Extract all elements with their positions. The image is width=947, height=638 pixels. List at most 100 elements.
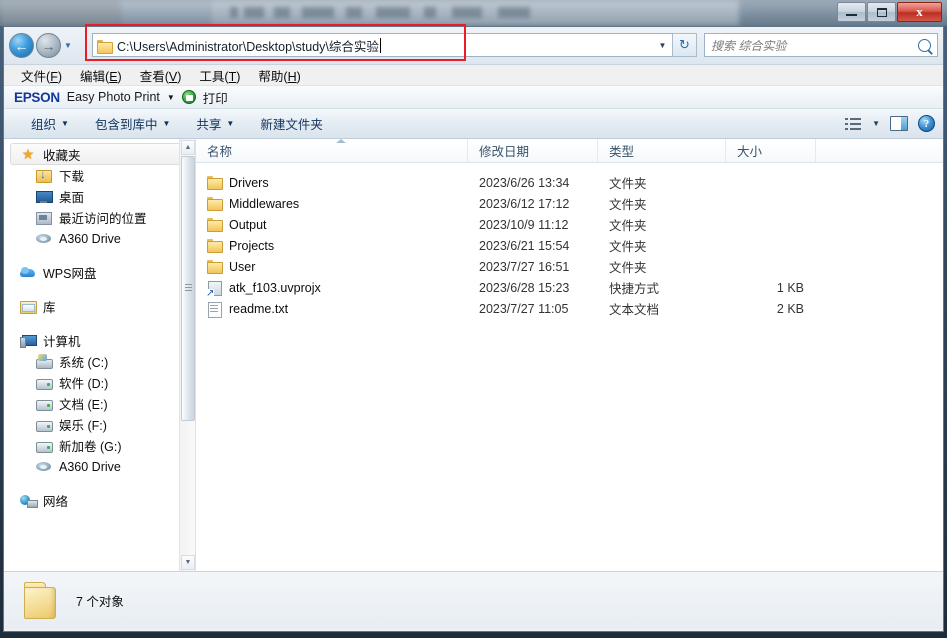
content-area: ★ 收藏夹 下载 桌面 最近访问的位置 — [4, 139, 943, 571]
new-folder-button[interactable]: 新建文件夹 — [247, 111, 336, 136]
column-header-size[interactable]: 大小 — [726, 139, 816, 162]
sidebar-item-downloads[interactable]: 下载 — [4, 165, 195, 186]
table-row[interactable]: Middlewares 2023/6/12 17:12 文件夹 — [196, 193, 943, 214]
back-button[interactable]: ← — [9, 33, 34, 58]
column-header-date[interactable]: 修改日期 — [468, 139, 598, 162]
address-dropdown-button[interactable]: ▼ — [652, 33, 674, 57]
table-row[interactable]: User 2023/7/27 16:51 文件夹 — [196, 256, 943, 277]
preview-pane-icon[interactable] — [890, 116, 908, 131]
sidebar-item-drive-c[interactable]: 系统 (C:) — [4, 351, 195, 372]
column-label-date: 修改日期 — [479, 145, 530, 159]
chevron-down-icon: ▼ — [184, 559, 192, 566]
file-date-cell: 2023/7/27 11:05 — [479, 301, 569, 316]
menu-item-view[interactable]: 查看(V) — [131, 64, 191, 87]
search-icon — [918, 38, 931, 52]
file-name-cell: User — [196, 260, 468, 274]
table-row[interactable]: Drivers 2023/6/26 13:34 文件夹 — [196, 172, 943, 193]
share-button[interactable]: 共享 ▼ — [183, 111, 247, 136]
sidebar-item-drive-d[interactable]: 软件 (D:) — [4, 372, 195, 393]
file-name-text: User — [229, 259, 256, 274]
sidebar-item-drive-g[interactable]: 新加卷 (G:) — [4, 435, 195, 456]
epson-logo: EPSON — [14, 89, 60, 105]
close-button[interactable]: x — [897, 2, 942, 22]
menu-item-help[interactable]: 帮助(H) — [249, 64, 309, 87]
maximize-button[interactable] — [867, 2, 896, 22]
menu-item-tools[interactable]: 工具(T) — [190, 64, 249, 87]
file-type-cell: 文本文档 — [609, 303, 660, 317]
navigation-pane: ★ 收藏夹 下载 桌面 最近访问的位置 — [4, 139, 196, 571]
epson-print-button[interactable]: 打印 — [203, 88, 228, 107]
menu-item-file[interactable]: 文件(F) — [12, 64, 71, 87]
drive-icon — [36, 417, 53, 432]
sidebar-item-drive-e[interactable]: 文档 (E:) — [4, 393, 195, 414]
scrollbar-thumb[interactable] — [181, 156, 195, 421]
recent-places-icon — [36, 210, 52, 225]
file-date-cell: 2023/7/27 16:51 — [479, 259, 570, 274]
table-row[interactable]: readme.txt 2023/7/27 11:05 文本文档 2 KB — [196, 298, 943, 319]
refresh-button[interactable]: ↻ — [672, 33, 697, 57]
a360-drive-icon — [36, 231, 52, 246]
sidebar-item-libraries[interactable]: 库 — [4, 296, 195, 317]
navigation-pane-scrollbar[interactable]: ▲ ▼ — [179, 139, 195, 571]
file-name-text: Output — [229, 217, 267, 232]
download-folder-icon — [36, 167, 52, 183]
file-name-cell: readme.txt — [196, 301, 468, 318]
scroll-up-button[interactable]: ▲ — [181, 140, 195, 155]
sidebar-label-drive-g: 新加卷 (G:) — [59, 440, 122, 454]
column-header-type[interactable]: 类型 — [598, 139, 726, 162]
sort-ascending-icon — [336, 139, 346, 143]
minimize-button[interactable] — [837, 2, 866, 22]
search-input[interactable]: 搜索 综合实验 — [704, 33, 938, 57]
library-icon — [20, 299, 37, 314]
sidebar-item-network[interactable]: 网络 — [4, 490, 195, 511]
table-row[interactable]: Projects 2023/6/21 15:54 文件夹 — [196, 235, 943, 256]
sidebar-label-recent-places: 最近访问的位置 — [59, 212, 147, 226]
folder-icon — [207, 239, 223, 253]
file-name-cell: atk_f103.uvprojx — [196, 280, 468, 298]
list-view-icon[interactable] — [845, 117, 862, 131]
navigation-buttons: ← → ▼ — [4, 33, 72, 58]
menu-item-edit[interactable]: 编辑(E) — [71, 64, 131, 87]
search-placeholder: 搜索 综合实验 — [711, 38, 787, 53]
scroll-down-button[interactable]: ▼ — [181, 555, 195, 570]
help-icon[interactable]: ? — [918, 115, 935, 132]
sidebar-item-drive-f[interactable]: 娱乐 (F:) — [4, 414, 195, 435]
wps-cloud-icon — [20, 265, 36, 280]
refresh-icon: ↻ — [679, 37, 690, 52]
epson-dropdown-icon[interactable]: ▼ — [167, 93, 175, 102]
file-name-text: atk_f103.uvprojx — [229, 280, 321, 295]
address-input[interactable]: C:\Users\Administrator\Desktop\study\综合实… — [92, 33, 662, 57]
title-bar-blur-mid-left — [120, 0, 210, 26]
sidebar-item-wps-cloud[interactable]: WPS网盘 — [4, 262, 195, 283]
file-name-text: Middlewares — [229, 196, 300, 211]
sidebar-item-a360-drive-computer[interactable]: A360 Drive — [4, 456, 195, 477]
file-date-cell: 2023/10/9 11:12 — [479, 217, 569, 232]
forward-button[interactable]: → — [36, 33, 61, 58]
history-dropdown-icon[interactable]: ▼ — [64, 41, 72, 50]
view-dropdown-icon[interactable]: ▼ — [872, 119, 880, 128]
sidebar-label-drive-e: 文档 (E:) — [59, 398, 108, 412]
back-arrow-icon: ← — [14, 37, 29, 54]
status-bar: 7 个对象 — [4, 571, 943, 629]
sidebar-item-favorites[interactable]: ★ 收藏夹 — [10, 143, 187, 165]
table-row[interactable]: atk_f103.uvprojx 2023/6/28 15:23 快捷方式 1 … — [196, 277, 943, 298]
file-name-cell: Output — [196, 218, 468, 232]
sidebar-item-recent-places[interactable]: 最近访问的位置 — [4, 207, 195, 228]
include-in-library-button[interactable]: 包含到库中 ▼ — [82, 111, 183, 136]
table-row[interactable]: Output 2023/10/9 11:12 文件夹 — [196, 214, 943, 235]
network-icon — [20, 493, 38, 508]
sidebar-item-a360-drive[interactable]: A360 Drive — [4, 228, 195, 249]
epson-product-label[interactable]: Easy Photo Print — [67, 90, 160, 104]
sidebar-item-computer[interactable]: 计算机 — [4, 330, 195, 351]
column-header-name[interactable]: 名称 — [196, 139, 468, 162]
drive-icon — [36, 375, 53, 390]
a360-drive-icon — [36, 459, 52, 474]
chevron-down-icon: ▼ — [658, 40, 667, 50]
folder-icon — [207, 176, 223, 190]
organize-button[interactable]: 组织 ▼ — [18, 111, 82, 136]
file-name-cell: Middlewares — [196, 197, 468, 211]
menu-label-tools: 工具 — [199, 69, 225, 84]
file-type-cell: 文件夹 — [609, 198, 647, 212]
explorer-window: x ← → ▼ C:\Users\Administrator\Desktop\s… — [0, 0, 947, 638]
sidebar-item-desktop[interactable]: 桌面 — [4, 186, 195, 207]
